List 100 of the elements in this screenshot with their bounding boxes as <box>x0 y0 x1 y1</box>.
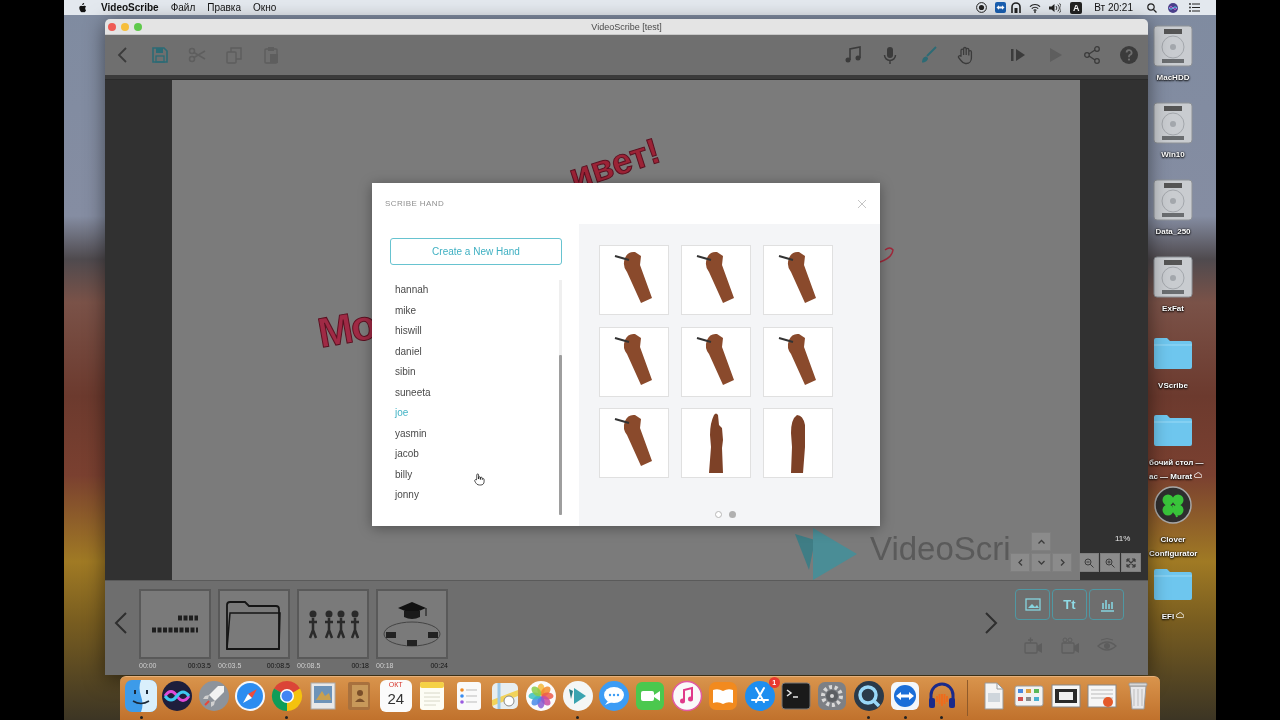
curve-drawing <box>878 246 894 264</box>
stick-figures-drawing <box>307 609 359 639</box>
orb-icon[interactable] <box>1168 2 1178 13</box>
hard-drive-icon[interactable] <box>1153 25 1193 67</box>
fit-screen-button[interactable] <box>1121 553 1141 572</box>
menu-item[interactable]: Окно <box>253 0 277 15</box>
arm-drawing <box>708 413 724 473</box>
window-title: VideoScribe [test] <box>591 20 662 34</box>
hand-option[interactable] <box>681 408 751 478</box>
speech-bubble-icon[interactable] <box>598 680 631 712</box>
pan-up-button[interactable] <box>1031 532 1051 551</box>
double-arrow-icon[interactable] <box>995 2 1007 13</box>
hard-drive-icon[interactable] <box>1153 256 1193 298</box>
chevron-right-icon[interactable] <box>983 611 999 635</box>
hand-list-item[interactable]: jacob <box>395 444 559 465</box>
chevron-left-icon[interactable] <box>113 611 129 635</box>
record-icon[interactable] <box>976 2 988 13</box>
terminal-icon[interactable] <box>780 680 813 712</box>
zoom-out-button[interactable] <box>1079 553 1099 572</box>
text-scribble-drawing <box>152 615 198 633</box>
hand-list-item[interactable]: suneeta <box>395 382 559 403</box>
hand-option[interactable] <box>599 326 669 397</box>
zoom-in-icon <box>1105 557 1115 568</box>
compass-icon[interactable] <box>234 680 267 712</box>
speaker-icon[interactable] <box>1048 2 1062 13</box>
hard-drive-icon[interactable] <box>1153 102 1193 144</box>
hand-list-item[interactable]: hannah <box>395 280 559 301</box>
chevron-up-icon <box>1036 537 1046 546</box>
graduation-cap-drawing <box>383 601 441 647</box>
icon-label: бочий стол — <box>1149 458 1204 467</box>
scrollbar-thumb[interactable] <box>559 355 562 515</box>
share-icon[interactable] <box>1082 45 1102 65</box>
hand-option[interactable] <box>763 245 833 315</box>
canvas-text: ивет! <box>564 132 665 196</box>
ring-icon[interactable] <box>852 680 885 712</box>
hand-list-item[interactable]: sibin <box>395 362 559 383</box>
close-icon[interactable] <box>857 198 867 209</box>
hand-list-item[interactable]: billy <box>395 464 559 485</box>
hand-list-item[interactable]: daniel <box>395 341 559 362</box>
hand-option[interactable] <box>599 245 669 315</box>
arm-drawing <box>790 413 806 473</box>
orb-icon[interactable] <box>161 680 194 712</box>
clover-icon[interactable] <box>1154 486 1192 524</box>
hand-option[interactable] <box>763 326 833 397</box>
play-circle-icon[interactable] <box>561 680 594 712</box>
hand-option[interactable] <box>763 408 833 478</box>
chart-tool-button[interactable] <box>1089 589 1124 620</box>
music-note-icon[interactable] <box>670 680 703 712</box>
menu-item[interactable]: Правка <box>207 0 241 15</box>
wifi-icon[interactable] <box>1029 2 1042 13</box>
scene-thumbnail[interactable] <box>376 589 448 659</box>
hand-list-item[interactable]: yasmin <box>395 423 559 444</box>
hand-list-item[interactable]: jonny <box>395 485 559 506</box>
folder-icon[interactable] <box>1153 336 1193 369</box>
close-window-icon[interactable] <box>108 22 116 31</box>
gear-icon[interactable] <box>816 680 849 712</box>
icon-label: Configurator <box>1149 549 1198 558</box>
scene-thumbnail[interactable] <box>139 589 211 659</box>
hand-list-item[interactable]: hiswill <box>395 321 559 342</box>
app-menu[interactable]: VideoScribe <box>101 0 159 15</box>
pan-right-button[interactable] <box>1052 553 1072 572</box>
hand-icon[interactable] <box>955 45 975 65</box>
hand-option[interactable] <box>681 245 751 315</box>
search-icon[interactable] <box>1147 2 1157 13</box>
zoom-out-icon <box>1084 557 1094 568</box>
tricolor-circle-icon[interactable] <box>270 680 303 712</box>
image-tool-button[interactable] <box>1015 589 1050 620</box>
icon-label: ас — Murat <box>1149 472 1193 481</box>
hand-option[interactable] <box>599 408 669 478</box>
video-camera-icon[interactable] <box>634 680 667 712</box>
apple-icon[interactable] <box>78 2 87 13</box>
canvas-text: Мо <box>314 303 378 355</box>
scene-thumbnail[interactable] <box>218 589 290 659</box>
folder-icon[interactable] <box>1153 413 1193 446</box>
scene-thumbnail[interactable] <box>297 589 369 659</box>
play-logo-icon <box>795 528 857 580</box>
hand-list-item[interactable]: mike <box>395 300 559 321</box>
chevron-left-icon <box>1015 558 1025 567</box>
list-icon[interactable] <box>1189 3 1200 12</box>
pan-left-button[interactable] <box>1010 553 1030 572</box>
help-icon[interactable] <box>1119 45 1139 65</box>
icon-label: MacHDD <box>1156 73 1190 82</box>
smiling-face-icon[interactable] <box>125 680 157 712</box>
expand-arrows-icon <box>1126 557 1136 568</box>
image-icon <box>1024 596 1041 613</box>
hard-drive-icon[interactable] <box>1153 179 1193 221</box>
hand-option[interactable] <box>681 326 751 397</box>
flower-icon[interactable] <box>525 680 558 712</box>
pan-down-button[interactable] <box>1031 553 1051 572</box>
input-source-button[interactable]: A <box>1070 1 1083 14</box>
menu-item[interactable]: Файл <box>170 0 196 15</box>
folder-icon[interactable] <box>1153 567 1193 600</box>
menu-clock: Вт 20:21 <box>1094 1 1133 15</box>
open-book-icon[interactable] <box>707 680 740 712</box>
arch-icon[interactable] <box>1011 2 1022 13</box>
zoom-in-button[interactable] <box>1100 553 1120 572</box>
icon-label: Win10 <box>1161 150 1185 159</box>
icon-label: EFI <box>1161 612 1175 621</box>
store-icon[interactable] <box>743 680 776 712</box>
icon-label: VScribe <box>1158 381 1188 390</box>
